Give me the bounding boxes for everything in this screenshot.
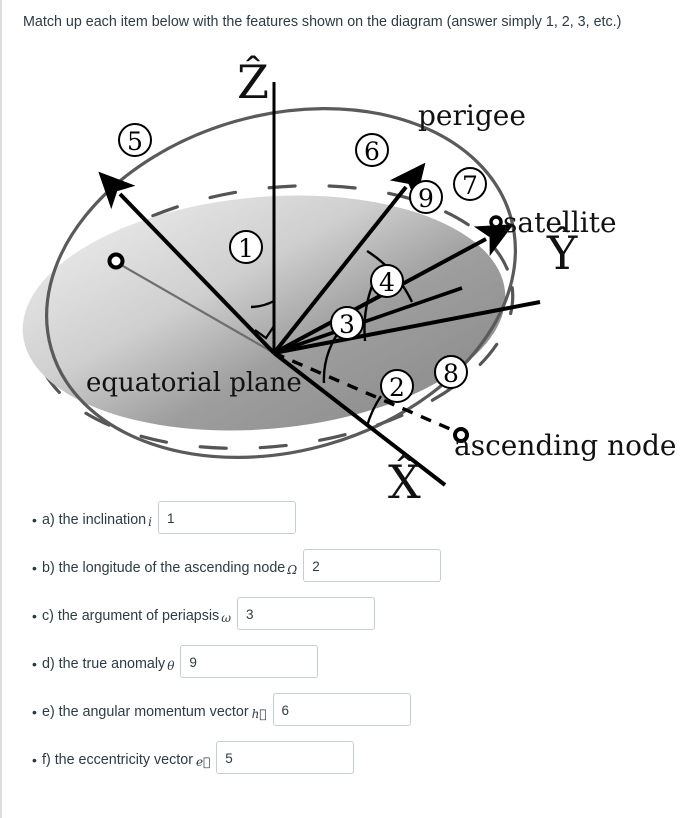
list-item: • c) the argument of periapsis ω bbox=[2, 597, 691, 649]
svg-text:1: 1 bbox=[238, 234, 254, 263]
answer-label-b: b) the longitude of the ascending node Ω bbox=[42, 560, 298, 577]
symbol-arg-periapsis: ω bbox=[221, 611, 232, 625]
answer-label-c: c) the argument of periapsis ω bbox=[42, 608, 232, 625]
symbol-angular-momentum: h⃗ bbox=[251, 707, 267, 721]
callout-5: 5 bbox=[118, 123, 152, 157]
callout-7: 7 bbox=[453, 167, 487, 201]
svg-text:2: 2 bbox=[389, 373, 405, 402]
answer-input-e[interactable] bbox=[272, 693, 411, 726]
perigee-label: perigee bbox=[418, 99, 526, 132]
apogee-marker bbox=[107, 252, 125, 270]
callout-3: 3 bbox=[330, 306, 364, 340]
answer-label-a: a) the inclination i bbox=[42, 512, 152, 529]
list-item: • a) the inclination i bbox=[2, 501, 691, 553]
x-axis-label: X̂ bbox=[388, 455, 421, 506]
list-item: • e) the angular momentum vector h⃗ bbox=[2, 693, 691, 745]
answer-input-a[interactable] bbox=[157, 501, 296, 534]
satellite-label: satellite bbox=[503, 206, 617, 239]
satellite-marker bbox=[489, 215, 503, 229]
svg-text:3: 3 bbox=[339, 310, 355, 339]
svg-text:9: 9 bbox=[418, 184, 434, 213]
svg-text:5: 5 bbox=[127, 127, 143, 156]
answer-input-f[interactable] bbox=[216, 741, 355, 774]
answer-label-e: e) the angular momentum vector h⃗ bbox=[42, 704, 267, 721]
answers-list: • a) the inclinationi • b) the longitude… bbox=[2, 501, 691, 793]
svg-text:8: 8 bbox=[443, 359, 459, 388]
question-prompt: Match up each item below with the featur… bbox=[23, 14, 622, 30]
svg-text:4: 4 bbox=[379, 268, 395, 297]
z-axis-label: Ẑ bbox=[237, 54, 269, 109]
list-bullet: • bbox=[32, 752, 37, 768]
orbit-elements-diagram: Ẑ Ŷ X̂ 5 6 9 7 1 4 3 2 8 perigee satel… bbox=[2, 36, 691, 509]
list-bullet: • bbox=[32, 512, 37, 528]
symbol-raan: Ω bbox=[287, 563, 298, 577]
list-item: • b) the longitude of the ascending node… bbox=[2, 549, 691, 601]
callout-4: 4 bbox=[370, 264, 404, 298]
diagram-svg: Ẑ Ŷ X̂ 5 6 9 7 1 4 3 2 8 perigee satel… bbox=[22, 54, 676, 509]
list-item: • d) the true anomaly θ bbox=[2, 645, 691, 697]
answer-input-b[interactable] bbox=[303, 549, 442, 582]
equatorial-plane-label: equatorial plane bbox=[86, 368, 302, 398]
symbol-eccentricity: e⃗ bbox=[195, 755, 211, 769]
page-container: Match up each item below with the featur… bbox=[0, 0, 691, 818]
symbol-inclination: i bbox=[148, 515, 152, 529]
list-bullet: • bbox=[32, 608, 37, 624]
answer-label-f: f) the eccentricity vector e⃗ bbox=[42, 752, 211, 769]
list-bullet: • bbox=[32, 704, 37, 720]
callout-1: 1 bbox=[229, 230, 263, 264]
answer-label-d: d) the true anomaly θ bbox=[42, 656, 175, 673]
list-bullet: • bbox=[32, 560, 37, 576]
svg-text:6: 6 bbox=[364, 137, 380, 166]
list-bullet: • bbox=[32, 656, 37, 672]
answer-input-c[interactable] bbox=[237, 597, 376, 630]
callout-6: 6 bbox=[355, 133, 389, 167]
callout-8: 8 bbox=[434, 355, 468, 389]
ascending-node-label: ascending node bbox=[454, 429, 676, 462]
callout-9: 9 bbox=[409, 180, 443, 214]
list-item: • f) the eccentricity vector e⃗ bbox=[2, 741, 691, 793]
answer-input-d[interactable] bbox=[180, 645, 319, 678]
callout-2: 2 bbox=[380, 369, 414, 403]
svg-text:7: 7 bbox=[462, 171, 478, 200]
symbol-true-anomaly: θ bbox=[167, 659, 175, 673]
